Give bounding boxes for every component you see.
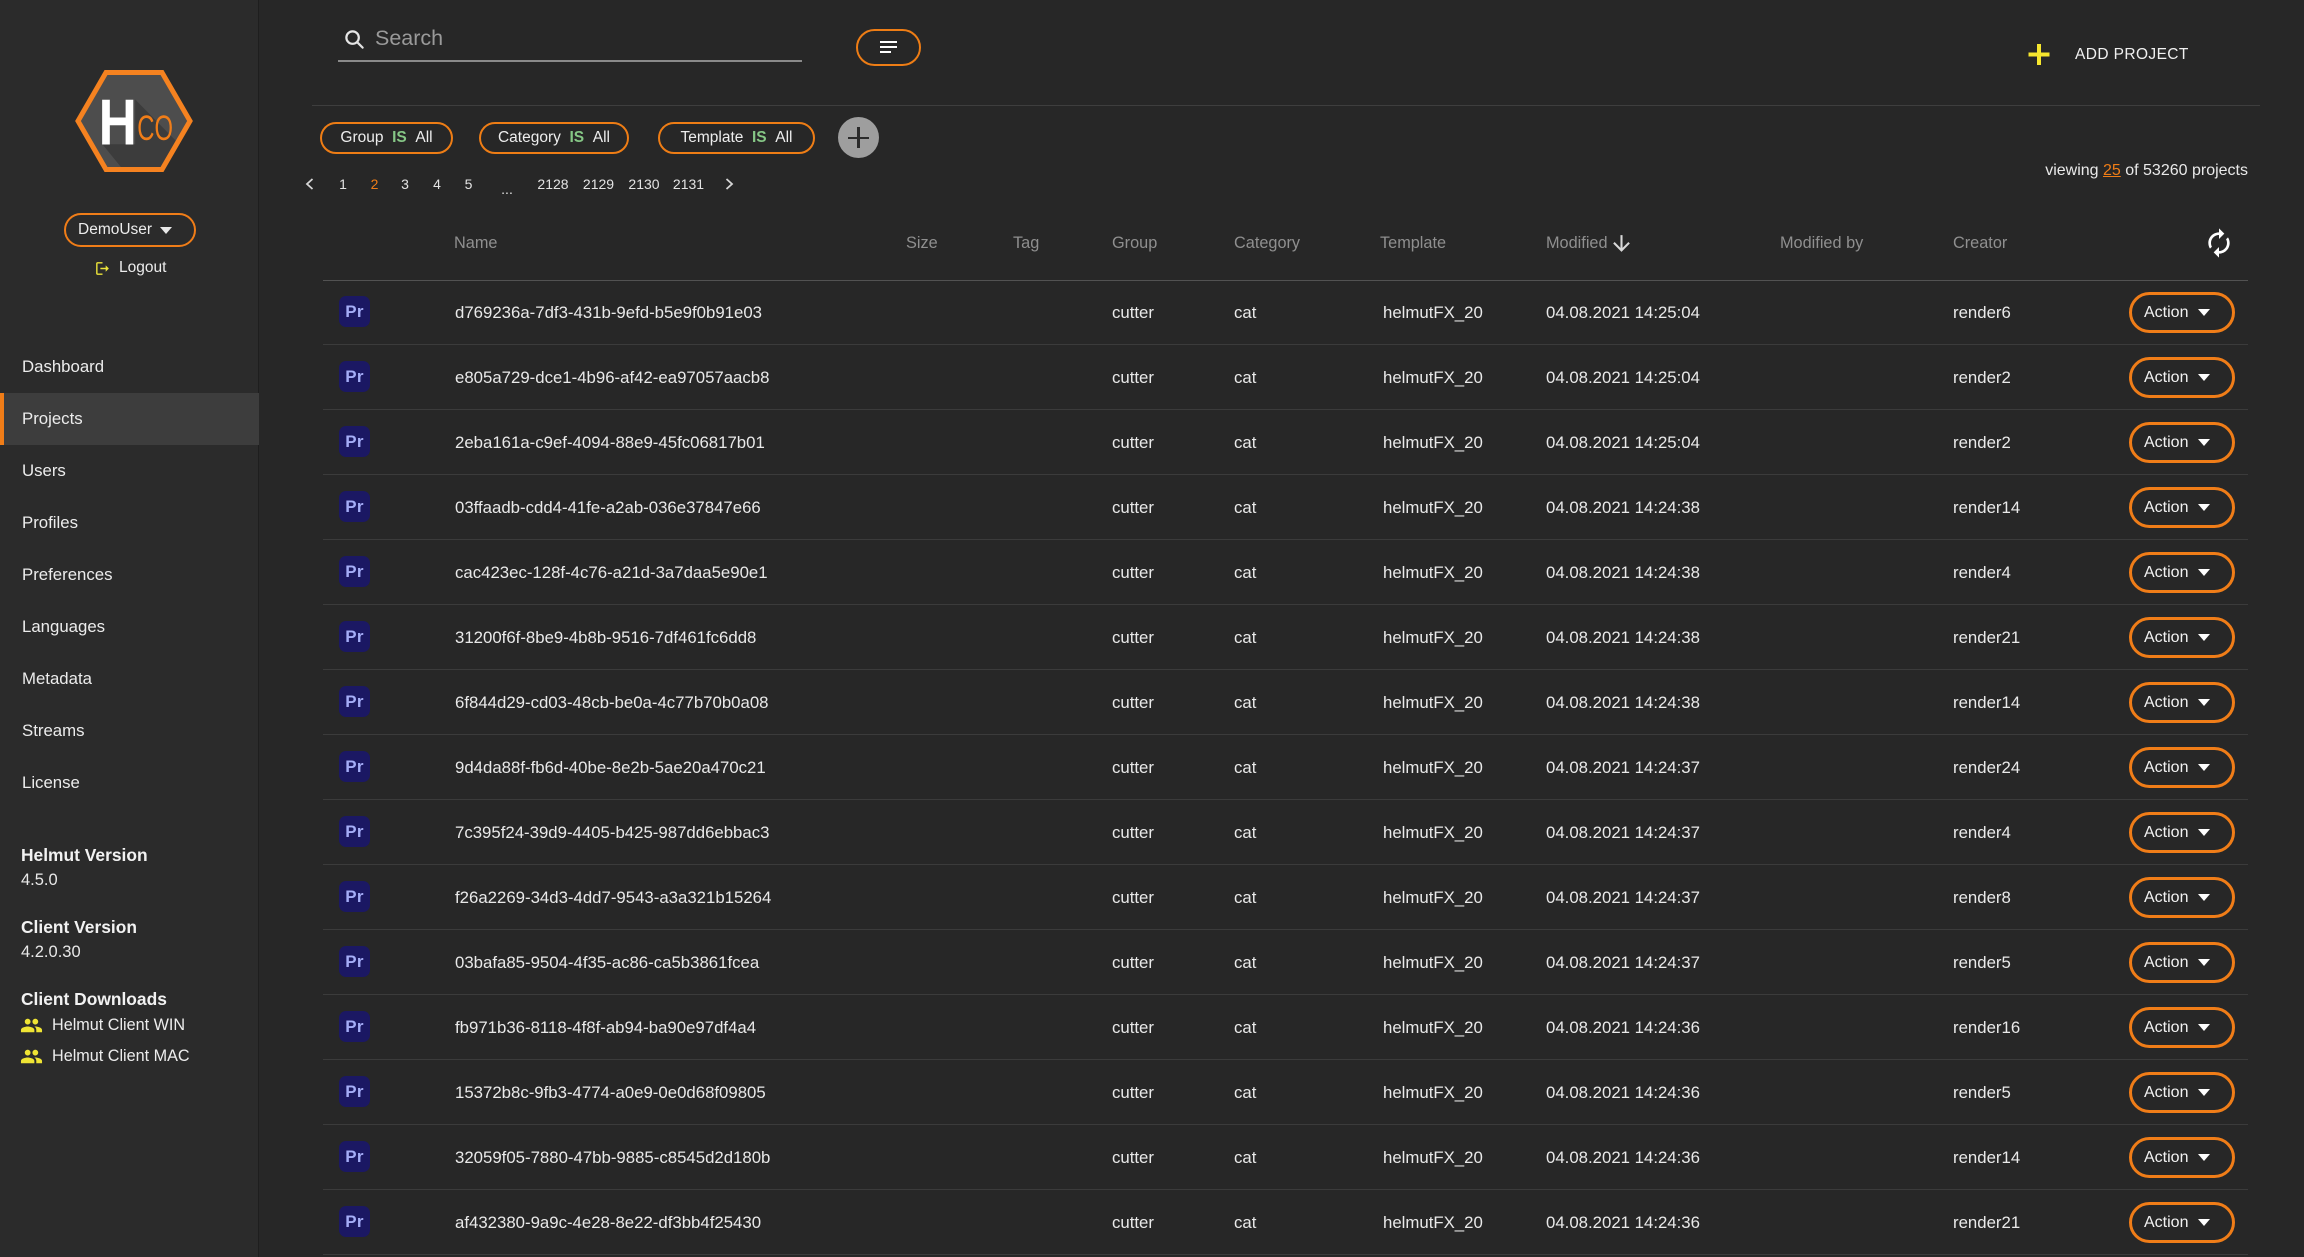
svg-text:H: H <box>99 85 137 158</box>
svg-text:CO: CO <box>137 110 173 149</box>
